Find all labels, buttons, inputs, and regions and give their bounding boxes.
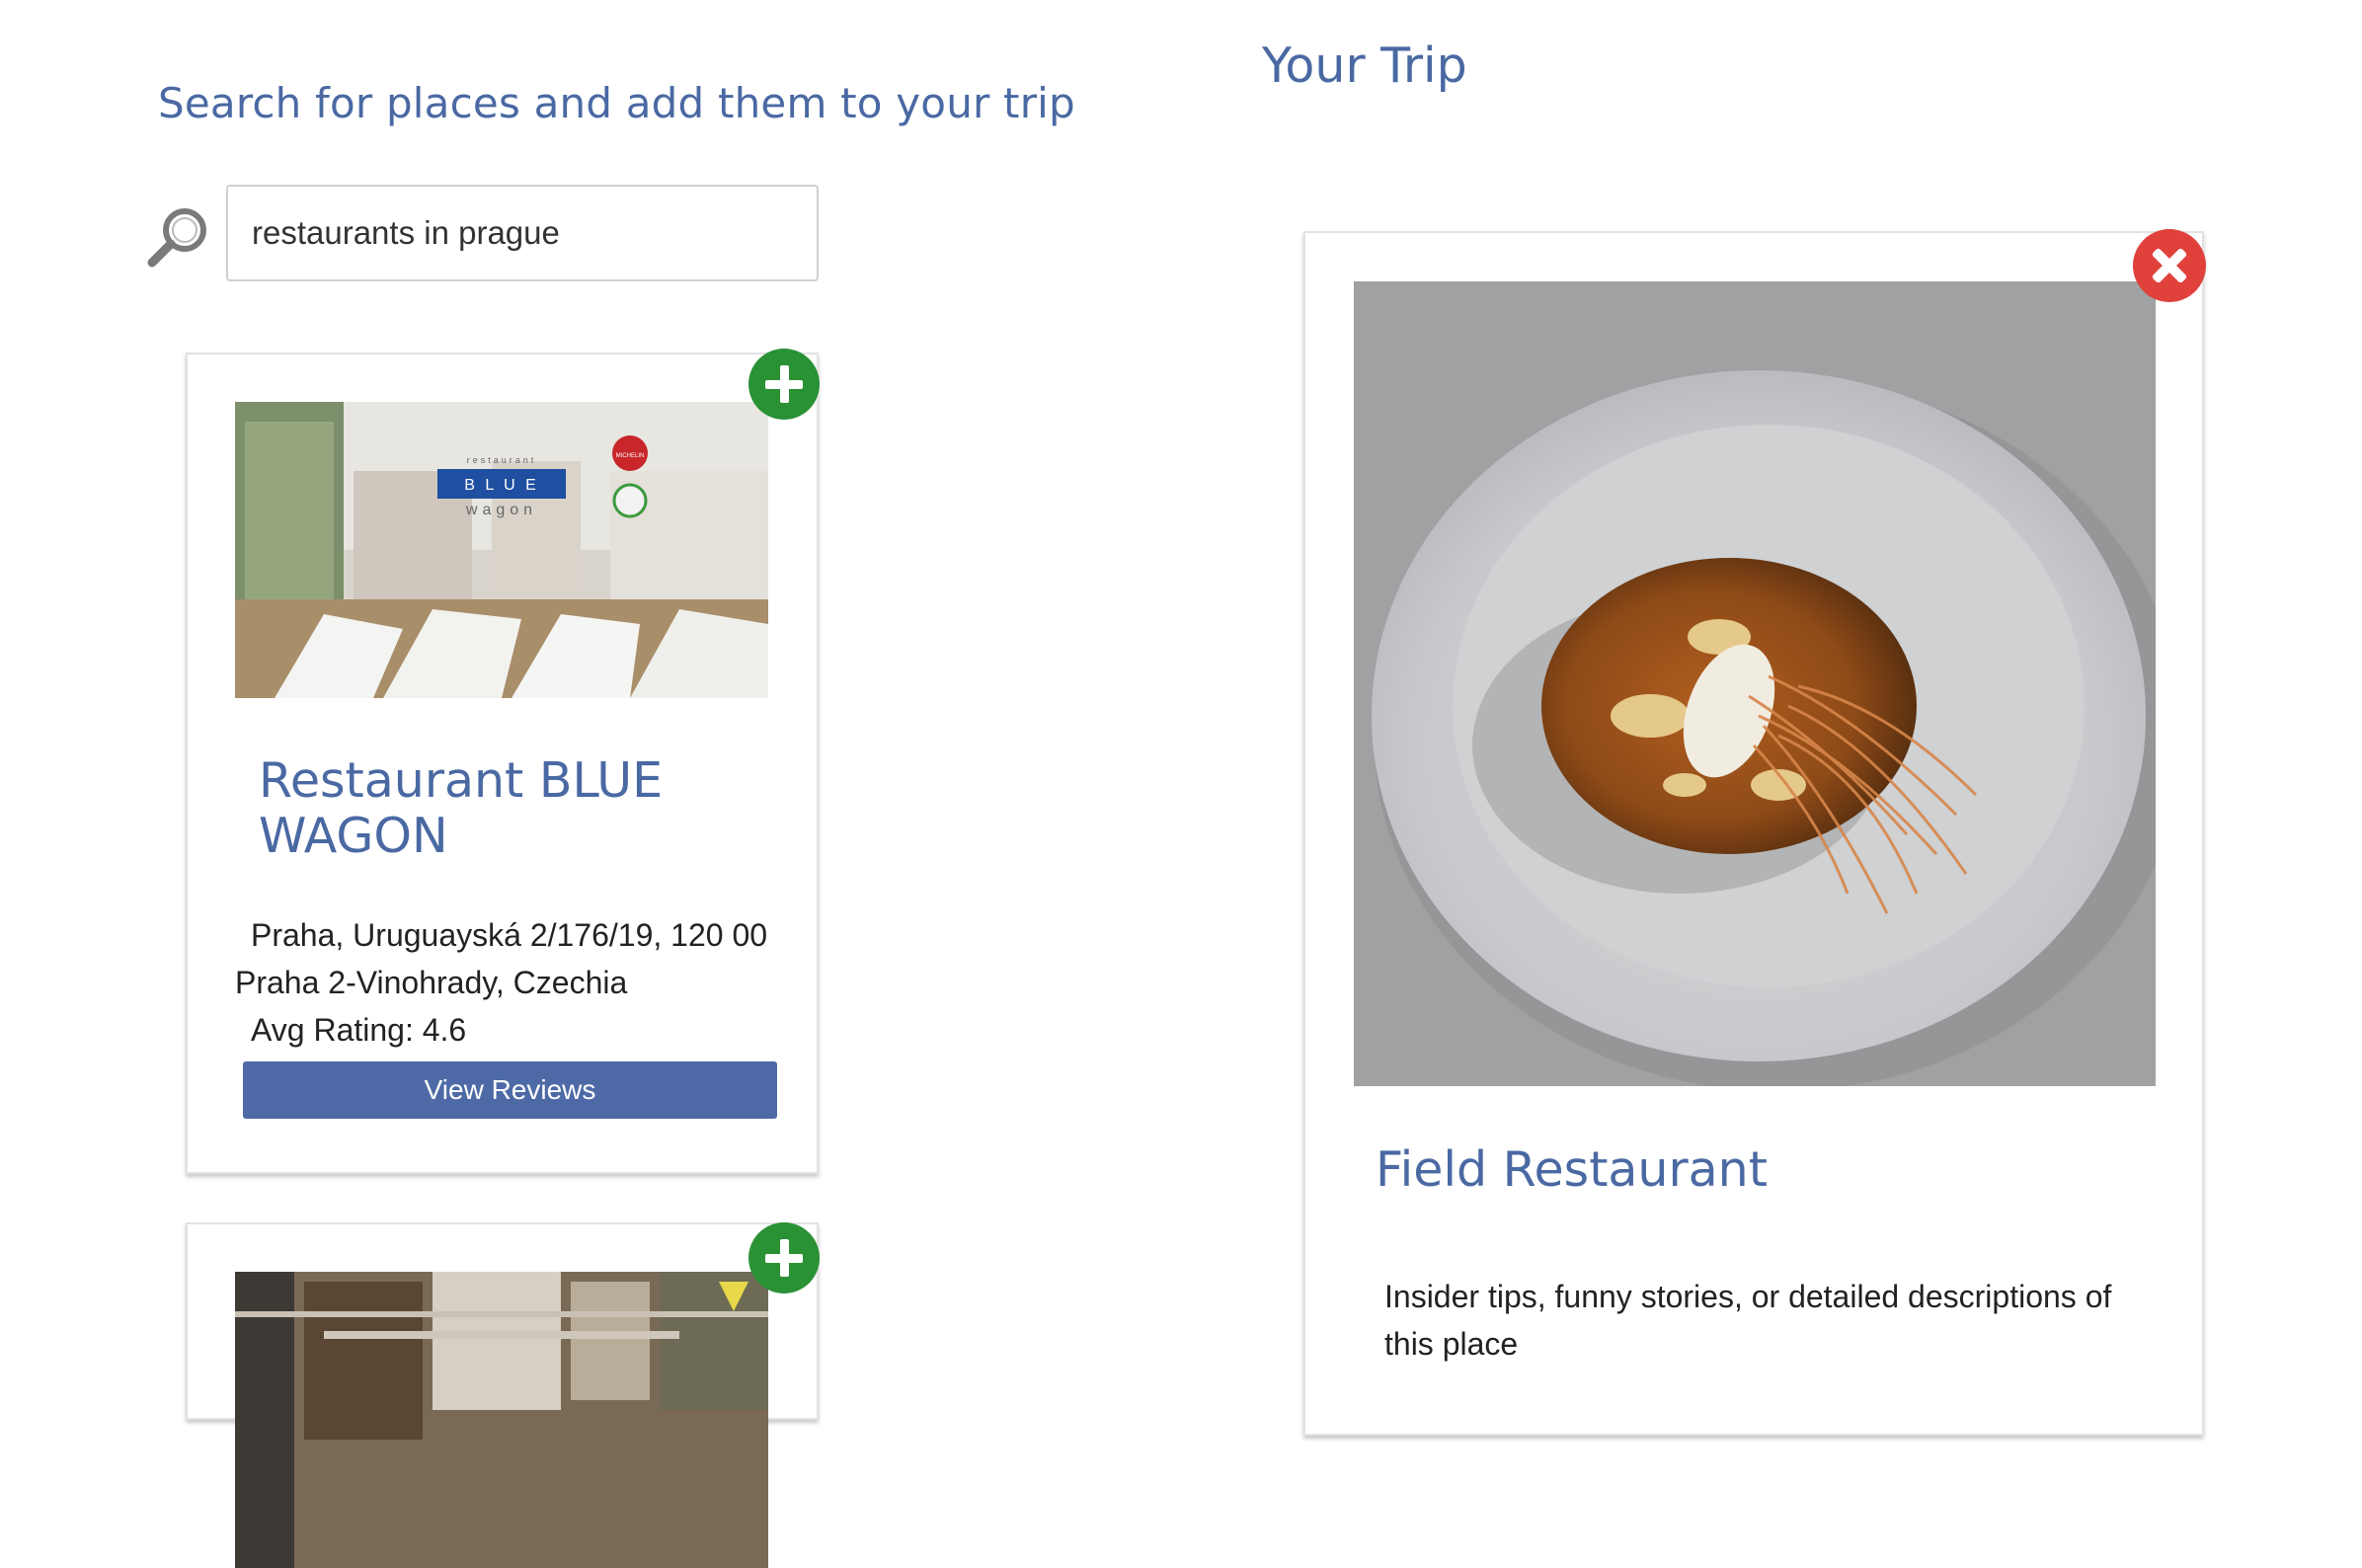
- search-icon: [147, 208, 206, 268]
- rating-value: 4.6: [422, 1012, 467, 1048]
- plus-icon[interactable]: [748, 349, 820, 420]
- trip-place-name[interactable]: Field Restaurant: [1376, 1142, 1768, 1198]
- rating-label: Avg Rating:: [251, 1012, 414, 1048]
- view-reviews-button[interactable]: View Reviews: [243, 1061, 777, 1119]
- michelin-badge: MICHELIN: [616, 453, 645, 459]
- trip-heading: Your Trip: [1262, 38, 1467, 94]
- trip-item-card: Field Restaurant Insider tips, funny sto…: [1303, 231, 2204, 1436]
- sign-top-text: restaurant: [467, 455, 537, 465]
- avg-rating: Avg Rating: 4.6: [251, 1006, 466, 1054]
- sign-main-text: B L U E: [464, 477, 539, 494]
- trip-place-description[interactable]: Insider tips, funny stories, or detailed…: [1384, 1273, 2135, 1368]
- restaurant-photo: [235, 1272, 768, 1568]
- plus-icon[interactable]: [748, 1222, 820, 1294]
- search-input[interactable]: [226, 185, 819, 281]
- close-icon[interactable]: [2133, 229, 2206, 302]
- search-heading: Search for places and add them to your t…: [158, 79, 1075, 127]
- result-card: [186, 1222, 819, 1568]
- restaurant-photo: B L U E restaurant wagon MICHELIN: [235, 402, 768, 698]
- place-name[interactable]: Restaurant BLUE WAGON: [259, 753, 772, 864]
- trip-place-photo: [1354, 281, 2156, 1086]
- sign-bottom-text: wagon: [465, 502, 537, 518]
- address-line-1: Praha, Uruguayská 2/176/19, 120 00: [251, 917, 768, 953]
- result-card: B L U E restaurant wagon MICHELIN Restau…: [186, 353, 819, 1174]
- address-line-2: Praha 2-Vinohrady, Czechia: [235, 965, 628, 1000]
